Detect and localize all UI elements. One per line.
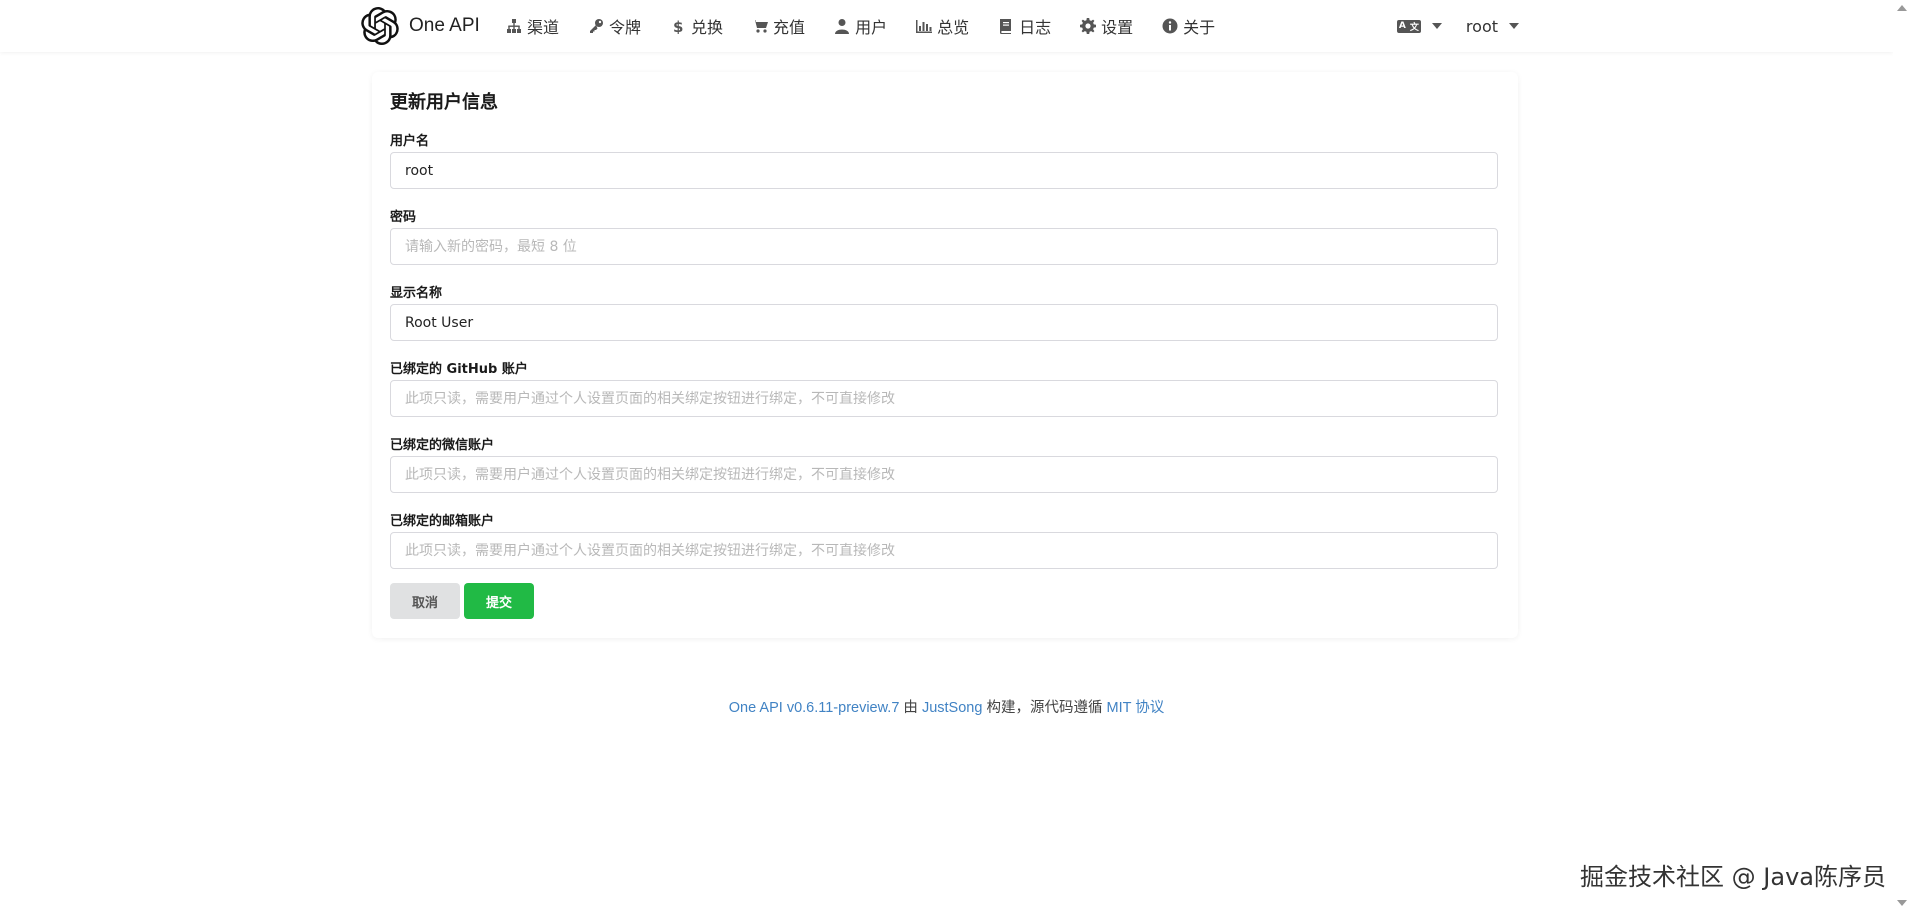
version-link[interactable]: One API v0.6.11-preview.7 bbox=[729, 700, 900, 716]
navbar-inner: One API 渠道 令牌 $ 兑换 充值 用户 总览 日志 设置 关于 A 文… bbox=[358, 0, 1533, 52]
brand[interactable]: One API bbox=[361, 7, 480, 45]
nav-item-settings[interactable]: 设置 bbox=[1080, 14, 1133, 38]
language-dropdown[interactable]: A文 bbox=[1396, 19, 1442, 33]
watermark: 掘金技术社区 @ Java陈序员 bbox=[1580, 863, 1886, 891]
license-link[interactable]: MIT 协议 bbox=[1106, 700, 1164, 716]
username-label: 用户名 bbox=[390, 134, 430, 149]
gear-icon bbox=[1080, 18, 1097, 34]
right-menu: A文 root bbox=[1396, 0, 1533, 52]
nav-item-label: 令牌 bbox=[609, 18, 642, 37]
chevron-down-icon bbox=[1509, 23, 1519, 29]
email-account-field[interactable] bbox=[390, 532, 1498, 569]
main-menu: 渠道 令牌 $ 兑换 充值 用户 总览 日志 设置 关于 bbox=[506, 0, 1244, 52]
page-title: 更新用户信息 bbox=[390, 92, 498, 113]
nav-item-users[interactable]: 用户 bbox=[834, 14, 887, 38]
top-navbar: One API 渠道 令牌 $ 兑换 充值 用户 总览 日志 设置 关于 A 文… bbox=[0, 0, 1893, 52]
wechat-account-label: 已绑定的微信账户 bbox=[390, 438, 495, 453]
brand-name: One API bbox=[409, 15, 480, 36]
info-icon bbox=[1162, 18, 1178, 34]
scroll-down-arrow-icon[interactable] bbox=[1897, 900, 1907, 906]
nav-item-about[interactable]: 关于 bbox=[1162, 14, 1215, 38]
edit-user-form: 更新用户信息 用户名 密码 显示名称 已绑定的 GitHub 账户 已绑定的微信… bbox=[372, 72, 1518, 638]
user-icon bbox=[835, 19, 850, 34]
nav-item-channels[interactable]: 渠道 bbox=[506, 14, 559, 38]
github-account-label: 已绑定的 GitHub 账户 bbox=[390, 362, 528, 377]
github-account-field[interactable] bbox=[390, 380, 1498, 417]
book-icon bbox=[1000, 19, 1012, 34]
dollar-icon: $ bbox=[673, 18, 683, 34]
user-dropdown[interactable]: root bbox=[1466, 17, 1519, 36]
current-user: root bbox=[1465, 16, 1498, 36]
nav-item-label: 充值 bbox=[773, 18, 806, 37]
footer-built-text: 构建，源代码遵循 bbox=[982, 700, 1107, 716]
openai-logo-icon bbox=[361, 7, 399, 45]
footer-by-text: 由 bbox=[899, 700, 922, 716]
password-label: 密码 bbox=[390, 210, 417, 225]
nav-item-label: 日志 bbox=[1019, 18, 1052, 37]
scroll-up-arrow-icon[interactable] bbox=[1897, 5, 1907, 11]
nav-item-topup[interactable]: 充值 bbox=[752, 14, 805, 38]
nav-item-label: 设置 bbox=[1101, 18, 1134, 37]
bar-chart-icon bbox=[916, 20, 933, 33]
display-name-label: 显示名称 bbox=[390, 286, 443, 301]
nav-item-label: 兑换 bbox=[691, 18, 724, 37]
chevron-down-icon bbox=[1431, 23, 1442, 29]
nav-item-label: 关于 bbox=[1183, 18, 1216, 37]
nav-item-redeem[interactable]: $ 兑换 bbox=[670, 14, 723, 38]
cart-icon bbox=[752, 20, 769, 33]
wechat-account-field[interactable] bbox=[390, 456, 1498, 493]
nav-item-label: 总览 bbox=[937, 18, 970, 37]
cancel-button[interactable]: 取消 bbox=[390, 583, 460, 619]
nav-item-label: 用户 bbox=[855, 18, 888, 37]
key-icon bbox=[590, 19, 604, 33]
nav-item-label: 渠道 bbox=[527, 18, 560, 37]
footer: One API v0.6.11-preview.7 由 JustSong 构建，… bbox=[0, 696, 1893, 717]
nav-item-dashboard[interactable]: 总览 bbox=[916, 14, 969, 38]
submit-button[interactable]: 提交 bbox=[464, 583, 534, 619]
password-field[interactable] bbox=[390, 228, 1498, 265]
nav-item-tokens[interactable]: 令牌 bbox=[588, 14, 641, 38]
nav-item-logs[interactable]: 日志 bbox=[998, 14, 1051, 38]
username-field[interactable] bbox=[390, 152, 1498, 189]
svg-text:$: $ bbox=[673, 18, 683, 34]
sitemap-icon bbox=[507, 19, 521, 33]
author-link[interactable]: JustSong bbox=[922, 700, 982, 716]
language-icon: A文 bbox=[1396, 19, 1421, 33]
email-account-label: 已绑定的邮箱账户 bbox=[390, 514, 495, 529]
display-name-field[interactable] bbox=[390, 304, 1498, 341]
scrollbar[interactable] bbox=[1893, 0, 1911, 911]
